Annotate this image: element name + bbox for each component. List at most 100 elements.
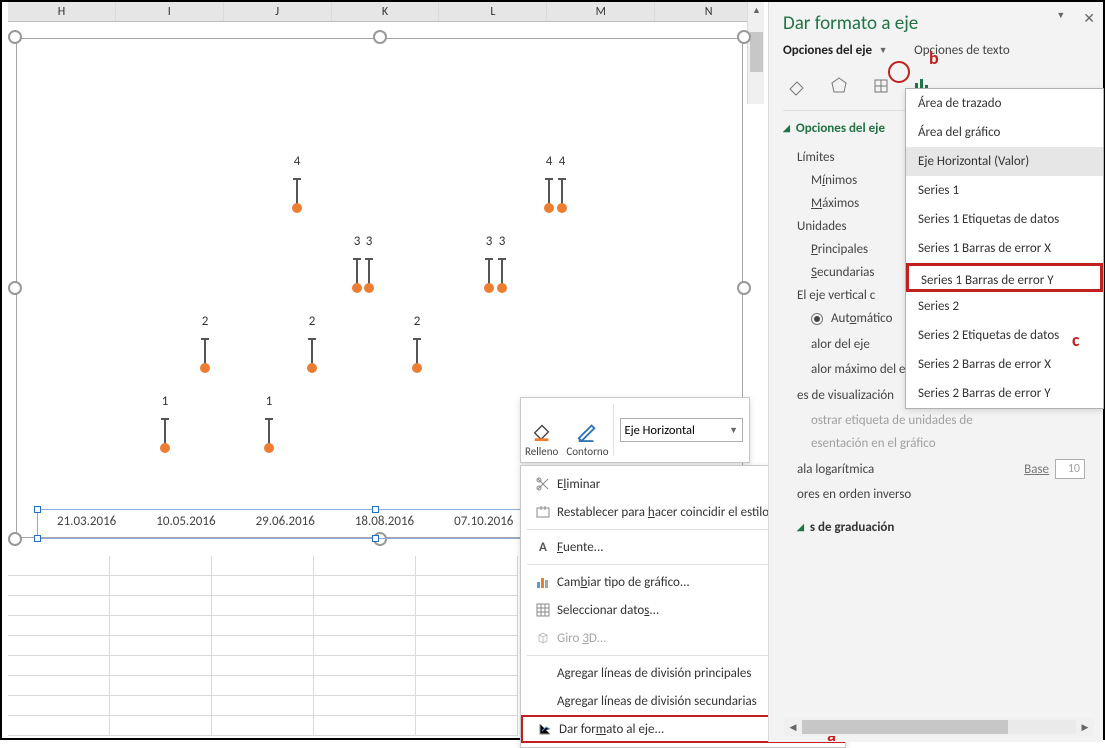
fill-label: Relleno <box>525 445 558 458</box>
dd-item-series1-error-bars-x[interactable]: Series 1 Barras de error X <box>906 234 1103 263</box>
chart-object[interactable]: 1 1 2 4 2 2 3 3 3 3 4 4 <box>16 38 743 538</box>
dd-item-series1-error-bars-y[interactable]: Series 1 Barras de error Y <box>906 263 1103 292</box>
axis-options-dropdown-icon[interactable]: ▼ <box>876 44 890 58</box>
dd-item-series1-data-labels[interactable]: Series 1 Etiquetas de datos <box>906 205 1103 234</box>
close-pane-icon[interactable]: ✕ <box>1083 10 1095 27</box>
scroll-left-icon[interactable]: ◀ <box>784 722 802 733</box>
data-point[interactable] <box>307 363 317 373</box>
data-point[interactable] <box>544 203 554 213</box>
menu-label: Dar formato al eje... <box>559 722 664 737</box>
dd-item-series2-error-bars-x[interactable]: Series 2 Barras de error X <box>906 350 1103 379</box>
col-M[interactable]: M <box>547 2 655 21</box>
data-label: 1 <box>162 394 169 409</box>
scroll-up-icon[interactable]: ▲ <box>748 2 765 19</box>
cube-icon <box>529 630 557 646</box>
tab-axis-options[interactable]: Opciones del eje ▼ <box>783 43 890 58</box>
vertical-scrollbar[interactable]: ▲ <box>747 2 764 104</box>
fill-button[interactable]: Relleno <box>521 398 562 462</box>
data-label: 3 <box>366 234 373 249</box>
data-label: 4 <box>559 154 566 169</box>
show-display-units-label-1: ostrar etiqueta de unidades de <box>811 413 973 428</box>
chart-element-combo-label: Eje Horizontal <box>625 423 695 438</box>
collapse-triangle-icon: ◢ <box>797 522 804 533</box>
data-point[interactable] <box>160 443 170 453</box>
col-L[interactable]: L <box>439 2 547 21</box>
menu-label: Restablecer para hacer coincidir el esti… <box>557 505 769 520</box>
dd-item-series2-error-bars-y[interactable]: Series 2 Barras de error Y <box>906 379 1103 408</box>
log-base-input[interactable]: 10 <box>1055 459 1085 479</box>
pen-outline-icon <box>576 420 598 445</box>
x-tick: 18.08.2016 <box>335 514 434 529</box>
column-header-row: H I J K L M N <box>8 2 763 22</box>
automatic-label: Automático <box>831 311 892 326</box>
data-point[interactable] <box>292 203 302 213</box>
data-point[interactable] <box>200 363 210 373</box>
col-I[interactable]: I <box>116 2 224 21</box>
x-tick: 29.06.2016 <box>236 514 335 529</box>
data-label: 2 <box>309 314 316 329</box>
col-J[interactable]: J <box>224 2 332 21</box>
data-label: 3 <box>499 234 506 249</box>
annotation-circle-b <box>888 61 910 83</box>
data-label: 3 <box>354 234 361 249</box>
paint-bucket-icon <box>531 420 553 445</box>
dd-item-horizontal-axis[interactable]: Eje Horizontal (Valor) <box>906 147 1103 176</box>
data-label: 2 <box>414 314 421 329</box>
scissors-icon <box>529 476 557 492</box>
scroll-thumb[interactable] <box>750 32 763 72</box>
dd-item-chart-area[interactable]: Área del gráfico <box>906 118 1103 147</box>
data-point[interactable] <box>497 283 507 293</box>
chart-element-dropdown-list: Área de trazado Área del gráfico Eje Hor… <box>905 88 1104 409</box>
outline-label: Contorno <box>566 445 608 458</box>
data-label: 1 <box>266 394 273 409</box>
effects-tab-icon[interactable] <box>825 72 853 100</box>
format-axis-icon <box>531 721 559 737</box>
fill-line-tab-icon[interactable] <box>783 72 811 100</box>
scroll-thumb[interactable] <box>802 720 1008 734</box>
data-point[interactable] <box>412 363 422 373</box>
menu-label: Seleccionar datos... <box>557 603 659 618</box>
data-point[interactable] <box>352 283 362 293</box>
menu-label: Eliminar <box>557 477 600 492</box>
menu-label: Agregar líneas de división principales <box>557 666 751 681</box>
reverse-order-label: ores en orden inverso <box>797 487 1085 502</box>
mini-toolbar: Relleno Contorno Eje Horizontal ▼ <box>520 397 750 463</box>
chevron-down-icon: ▼ <box>729 425 738 436</box>
dd-item-series2[interactable]: Series 2 <box>906 292 1103 321</box>
scroll-right-icon[interactable]: ▶ <box>1076 722 1094 733</box>
dd-item-series1[interactable]: Series 1 <box>906 176 1103 205</box>
col-K[interactable]: K <box>332 2 440 21</box>
collapse-triangle-icon: ◢ <box>783 123 790 134</box>
radio-automatic[interactable] <box>811 313 823 325</box>
data-point[interactable] <box>557 203 567 213</box>
reset-icon <box>529 504 557 520</box>
chart-element-combo[interactable]: Eje Horizontal ▼ <box>614 398 750 462</box>
pane-horizontal-scrollbar[interactable]: ◀ ▶ <box>784 718 1094 736</box>
data-label: 2 <box>202 314 209 329</box>
tick-marks-section[interactable]: s de graduación <box>810 520 894 535</box>
font-A-icon: A <box>529 540 557 555</box>
worksheet-cells[interactable] <box>8 556 518 742</box>
data-label: 4 <box>294 154 301 169</box>
log-base-label: Base <box>1009 462 1049 477</box>
x-tick: 10.05.2016 <box>136 514 235 529</box>
data-point[interactable] <box>264 443 274 453</box>
menu-label: Giro 3D... <box>557 631 606 646</box>
grid-table-icon <box>529 602 557 618</box>
data-label: 4 <box>546 154 553 169</box>
outline-button[interactable]: Contorno <box>562 398 612 462</box>
scroll-track[interactable] <box>802 720 1076 734</box>
show-display-units-label-2: esentación en el gráfico <box>811 436 936 451</box>
col-H[interactable]: H <box>8 2 116 21</box>
x-tick: 21.03.2016 <box>37 514 136 529</box>
pane-title: Dar formato a eje <box>769 10 1103 43</box>
menu-label: Cambiar tipo de gráfico... <box>557 575 690 590</box>
data-point[interactable] <box>484 283 494 293</box>
pane-options-dropdown-icon[interactable]: ▼ <box>1056 10 1065 27</box>
data-point[interactable] <box>364 283 374 293</box>
dd-item-plot-area[interactable]: Área de trazado <box>906 89 1103 118</box>
annotation-c: c <box>1072 329 1080 351</box>
log-scale-label: ala logarítmica <box>797 462 1009 477</box>
x-tick: 07.10.2016 <box>434 514 533 529</box>
annotation-b: b <box>929 47 939 69</box>
